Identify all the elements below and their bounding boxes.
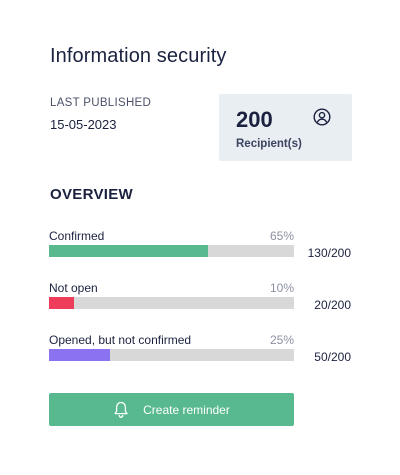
stat-confirmed: Confirmed 65% 130/200 — [49, 229, 359, 269]
create-reminder-label: Create reminder — [143, 402, 230, 417]
stat-count: 50/200 — [314, 350, 351, 364]
last-published-label: LAST PUBLISHED — [50, 97, 152, 109]
recipients-label: Recipient(s) — [236, 138, 302, 150]
recipients-count: 200 — [236, 107, 273, 132]
stat-percent: 25% — [269, 333, 294, 347]
progress-fill — [49, 349, 111, 361]
campaign-summary-card: Information security LAST PUBLISHED 15-0… — [0, 0, 400, 475]
stat-percent: 65% — [269, 229, 294, 243]
last-published-date: 15-05-2023 — [50, 117, 117, 132]
recipients-panel: 200 Recipient(s) — [219, 94, 352, 161]
stat-not-open: Not open 10% 20/200 — [49, 281, 359, 321]
stat-percent: 10% — [269, 281, 294, 295]
user-circle-icon — [313, 108, 331, 126]
progress-track — [49, 245, 294, 257]
stat-count: 130/200 — [307, 246, 351, 260]
progress-fill — [49, 297, 74, 309]
bell-icon — [114, 401, 128, 418]
progress-fill — [49, 245, 209, 257]
stat-opened-not-confirmed: Opened, but not confirmed 25% 50/200 — [49, 333, 359, 373]
stat-label: Not open — [49, 281, 98, 295]
progress-track — [49, 349, 294, 361]
create-reminder-button[interactable]: Create reminder — [49, 393, 294, 426]
stat-count: 20/200 — [314, 298, 351, 312]
stat-label: Confirmed — [49, 229, 105, 243]
stat-label: Opened, but not confirmed — [49, 333, 192, 347]
overview-heading: OVERVIEW — [50, 186, 133, 203]
page-title: Information security — [50, 45, 227, 67]
progress-track — [49, 297, 294, 309]
